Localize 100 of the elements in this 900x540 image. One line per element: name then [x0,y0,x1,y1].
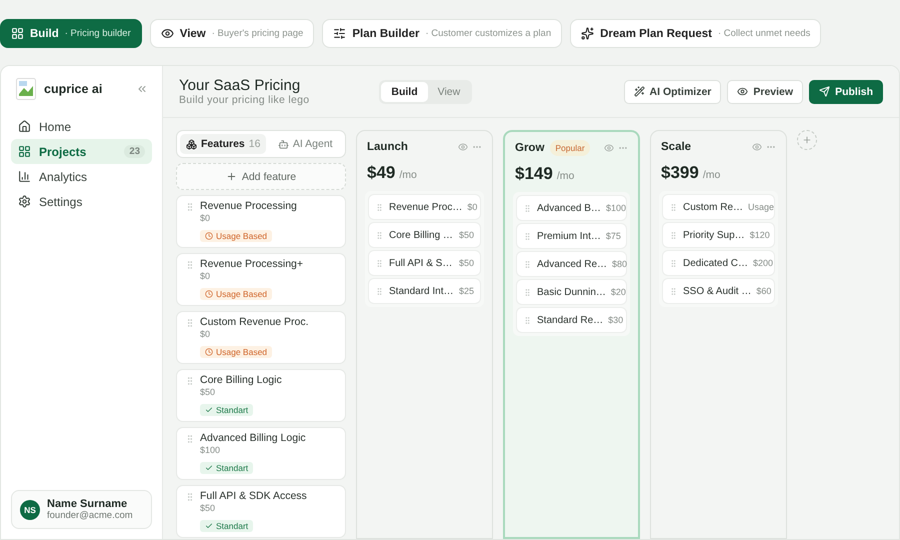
nav-item[interactable]: Home [11,114,152,139]
feature-price: $0 [200,329,212,340]
plus-icon [226,171,237,182]
boxes-icon [186,138,197,150]
drag-handle-icon[interactable] [185,434,195,444]
mode-tab[interactable]: Dream Plan Request · Collect unmet needs [570,19,822,48]
drag-handle-icon[interactable] [375,258,384,268]
drag-handle-icon[interactable] [669,202,678,212]
plus-icon [802,135,812,145]
drag-handle-icon[interactable] [669,258,678,268]
feature-name: Revenue Processing+ [200,258,304,271]
eye-icon [160,27,174,40]
plan-name: Launch [367,141,408,153]
user-card[interactable]: NS Name Surname founder@acme.com [11,490,152,529]
plan-price: $49 [367,163,396,183]
drag-handle-icon[interactable] [523,288,532,296]
feature-tab[interactable]: AI Agent [268,134,342,154]
feature-price: $100 [200,445,222,456]
mode-tab[interactable]: View · Buyer's pricing page [150,19,314,48]
plan-feature[interactable]: Basic Dunnin… $20 [517,280,626,304]
sliders-icon [333,27,346,40]
drag-handle-icon[interactable] [375,230,384,240]
optimizer-button[interactable]: AI Optimizer [624,80,722,104]
plan-feature[interactable]: Revenue Proc… $0 [369,195,480,219]
feature-card[interactable]: Revenue Processing $0 Usage Based [176,195,346,248]
clock-icon [205,232,213,240]
toggle-option[interactable]: Build [381,82,428,102]
eye-icon[interactable] [458,142,468,152]
drag-handle-icon[interactable] [523,204,532,212]
plan-period: /mo [702,169,720,181]
plan-feature[interactable]: Full API & S… $50 [369,251,480,275]
feature-name: Revenue Processing [200,200,297,213]
feature-name: Full API & SDK Access [200,490,307,503]
feature-card[interactable]: Custom Revenue Proc. $0 Usage Based [176,311,346,364]
feature-tag: Standart [200,462,254,474]
feature-card[interactable]: Core Billing Logic $50 Standart [176,369,346,422]
user-name: Name Surname [47,498,128,510]
popular-badge: Popular [550,140,590,156]
plan-feature[interactable]: Core Billing … $50 [369,223,480,247]
feature-card[interactable]: Revenue Processing+ $0 Usage Based [176,253,346,306]
drag-handle-icon[interactable] [185,202,195,212]
nav-item[interactable]: Settings [11,189,152,214]
check-icon [205,464,213,472]
plan-feature[interactable]: SSO & Audit … $60 [663,279,774,303]
eye-icon [737,86,748,97]
plan-feature[interactable]: Standard Re… $30 [517,308,626,332]
wand-icon [634,86,645,97]
feature-tag: Usage Based [200,288,272,300]
grid-icon [18,145,31,158]
plan-feature[interactable]: Priority Sup… $120 [663,223,774,247]
feature-tag: Standart [200,520,254,532]
plan-feature[interactable]: Premium Int… $75 [517,224,626,248]
feature-name: Advanced Billing Logic [200,432,306,445]
drag-handle-icon[interactable] [669,230,678,240]
feature-card[interactable]: Full API & SDK Access $50 Standart [176,485,346,538]
plan-period: /mo [399,169,417,181]
feature-card[interactable]: Advanced Billing Logic $100 Standart [176,427,346,480]
drag-handle-icon[interactable] [375,286,384,296]
plan-feature[interactable]: Custom Re… Usage [663,195,774,219]
avatar: NS [20,500,40,520]
bar-chart-icon [18,170,31,183]
drag-handle-icon[interactable] [375,202,384,212]
drag-handle-icon[interactable] [185,492,195,502]
plan-feature[interactable]: Advanced B… $100 [517,196,626,220]
nav-item[interactable]: Analytics [11,164,152,189]
drag-handle-icon[interactable] [523,316,532,324]
preview-button[interactable]: Preview [727,80,804,104]
feature-name: Core Billing Logic [200,374,282,387]
drag-handle-icon[interactable] [669,286,678,296]
grid-icon [11,27,24,40]
logo-icon [16,78,36,100]
drag-handle-icon[interactable] [185,376,195,386]
plan-feature[interactable]: Standard Int… $25 [369,279,480,303]
eye-icon[interactable] [752,142,762,152]
mode-tab[interactable]: Plan Builder · Customer customizes a plan [322,19,562,48]
drag-handle-icon[interactable] [185,260,195,270]
nav-item[interactable]: Projects 23 [11,139,152,164]
plan-price: $149 [515,164,553,184]
feature-price: $0 [200,213,212,224]
check-icon [205,522,213,530]
plan-feature[interactable]: Advanced Re… $80 [517,252,626,276]
plan-feature[interactable]: Dedicated C… $200 [663,251,774,275]
feature-tag: Standart [200,404,254,416]
collapse-icon[interactable] [136,83,148,95]
page-title: Your SaaS Pricing [179,77,302,94]
add-feature-button[interactable]: Add feature [176,163,346,190]
add-plan-button[interactable] [797,130,817,150]
drag-handle-icon[interactable] [523,232,532,240]
feature-name: Custom Revenue Proc. [200,316,309,329]
drag-handle-icon[interactable] [185,318,195,328]
mode-tab[interactable]: Build · Pricing builder [0,19,142,48]
publish-button[interactable]: Publish [809,80,883,104]
bot-icon [278,138,289,150]
plan-period: /mo [556,170,574,182]
feature-price: $50 [200,387,216,398]
feature-tab[interactable]: Features 16 [180,134,266,154]
clock-icon [205,348,213,356]
check-icon [205,406,213,414]
drag-handle-icon[interactable] [523,260,532,268]
eye-icon[interactable] [604,143,614,153]
